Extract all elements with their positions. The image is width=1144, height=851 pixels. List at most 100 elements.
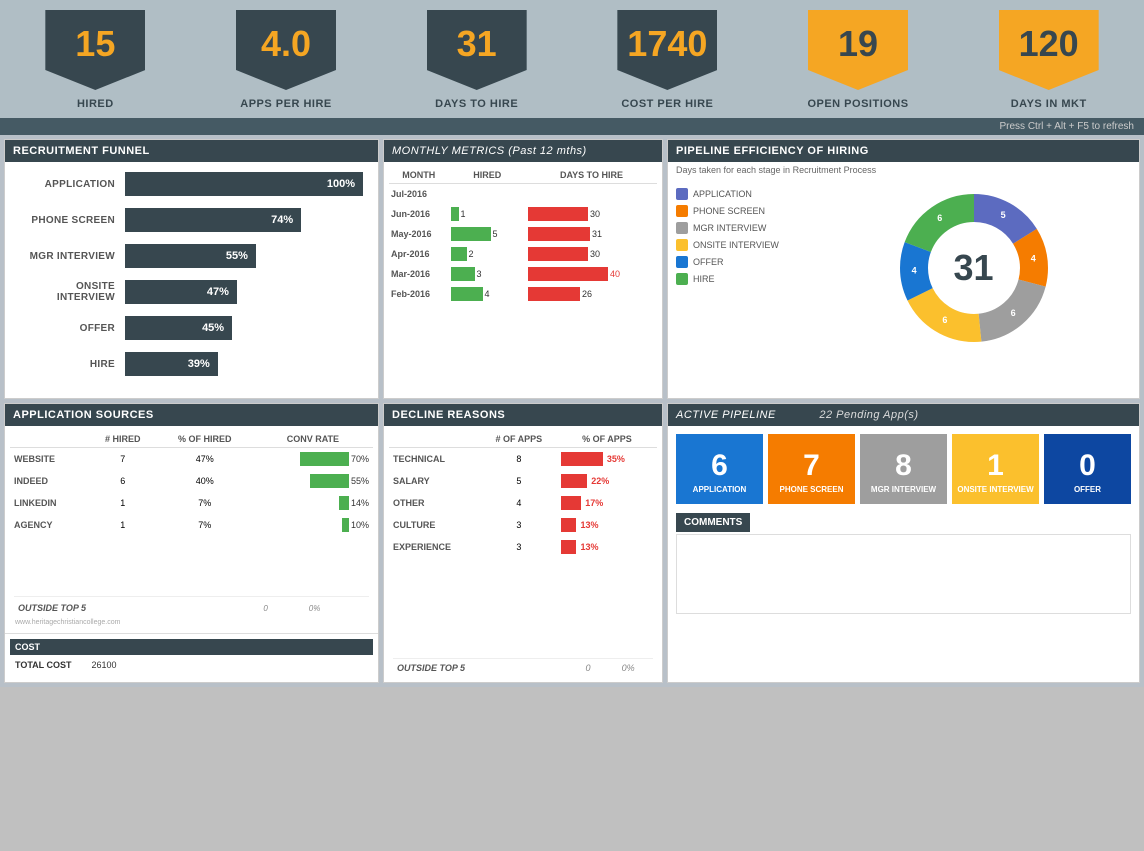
funnel-bar-container: 39% — [125, 352, 363, 376]
decline-title: DECLINE REASONS — [384, 404, 662, 426]
active-pending: 22 Pending App(s) — [819, 409, 918, 421]
funnel-row: HIRE 39% — [20, 352, 363, 376]
sources-table: # HIRED % OF HIRED CONV RATE WEBSITE 7 4… — [10, 431, 373, 536]
legend-dot — [676, 273, 688, 285]
legend-label: ONSITE INTERVIEW — [693, 240, 779, 250]
active-card: 8 MGR INTERVIEW — [860, 434, 947, 504]
decline-apps: 4 — [481, 492, 557, 514]
source-pct-hired: 47% — [157, 448, 253, 471]
sources-row: WEBSITE 7 47% 70% — [10, 448, 373, 471]
header-banner: 15 HIRED 4.0 APPS PER HIRE 31 DAYS TO HI… — [0, 0, 1144, 118]
cost-section: COST TOTAL COST 26100 — [5, 633, 378, 675]
kpi-apps-value: 4.0 — [261, 23, 311, 77]
funnel-bar: 45% — [125, 316, 232, 340]
decline-row: EXPERIENCE 3 13% — [389, 536, 657, 558]
kpi-hired-value: 15 — [75, 23, 115, 77]
outside-sources: OUTSIDE TOP 5 0 0% — [10, 596, 373, 617]
decline-reason: EXPERIENCE — [389, 536, 481, 558]
legend-dot — [676, 239, 688, 251]
pipeline-subtitle: Days taken for each stage in Recruitment… — [668, 162, 1139, 180]
donut-label: 4 — [1030, 253, 1035, 263]
total-cost-value: 26100 — [92, 660, 117, 670]
decline-body: # OF APPS % OF APPS TECHNICAL 8 35% SALA… — [384, 426, 662, 682]
funnel-row-label: OFFER — [20, 323, 125, 334]
funnel-bar: 47% — [125, 280, 237, 304]
kpi-days-in-mkt: 120 DAYS IN MKT — [953, 0, 1144, 118]
metrics-hired: 4 — [449, 284, 527, 304]
comments-body — [676, 534, 1131, 614]
metrics-hired: 1 — [449, 204, 527, 224]
legend-dot — [676, 188, 688, 200]
funnel-row-label: MGR INTERVIEW — [20, 251, 125, 262]
legend-dot — [676, 205, 688, 217]
metrics-body: MONTH HIRED DAYS TO HIRE Jul-2016 Jun-20… — [384, 162, 662, 309]
metrics-row: Feb-2016 4 26 — [389, 284, 657, 304]
active-card-value: 7 — [803, 449, 820, 483]
sources-title: APPLICATION SOURCES — [5, 404, 378, 426]
active-card-label: MGR INTERVIEW — [871, 485, 936, 494]
decline-pct: 13% — [557, 514, 657, 536]
metrics-days — [526, 184, 657, 205]
decline-pct: 13% — [557, 536, 657, 558]
kpi-cost-label: COST PER HIRE — [621, 98, 713, 110]
kpi-mkt-badge: 120 — [999, 10, 1099, 90]
kpi-hired-badge: 15 — [45, 10, 145, 90]
funnel-row-label: HIRE — [20, 359, 125, 370]
donut-label: 6 — [1010, 308, 1015, 318]
kpi-cost-per-hire: 1740 COST PER HIRE — [572, 0, 763, 118]
kpi-apps-label: APPS PER HIRE — [240, 98, 331, 110]
donut-label: 6 — [942, 315, 947, 325]
pipeline-panel: PIPELINE EFFICIENCY OF HIRING Days taken… — [667, 139, 1140, 399]
metrics-col-month: MONTH — [389, 167, 449, 184]
funnel-row: APPLICATION 100% — [20, 172, 363, 196]
metrics-month: May-2016 — [389, 224, 449, 244]
active-card: 1 ONSITE INTERVIEW — [952, 434, 1039, 504]
outside-decline: OUTSIDE TOP 5 0 0% — [389, 658, 657, 677]
pipeline-body: APPLICATION PHONE SCREEN MGR INTERVIEW O… — [668, 180, 1139, 356]
active-panel: ACTIVE PIPELINE 22 Pending App(s) 6 APPL… — [667, 403, 1140, 683]
donut-label: 6 — [937, 213, 942, 223]
funnel-title: RECRUITMENT FUNNEL — [5, 140, 378, 162]
funnel-bar: 39% — [125, 352, 218, 376]
metrics-hired: 2 — [449, 244, 527, 264]
decline-pct: 35% — [557, 448, 657, 471]
kpi-cost-value: 1740 — [627, 23, 707, 77]
active-card-label: APPLICATION — [693, 485, 747, 494]
metrics-days: 40 — [526, 264, 657, 284]
metrics-hired: 5 — [449, 224, 527, 244]
decline-table: # OF APPS % OF APPS TECHNICAL 8 35% SALA… — [389, 431, 657, 558]
decline-apps: 3 — [481, 536, 557, 558]
decline-apps: 3 — [481, 514, 557, 536]
sources-row: INDEED 6 40% 55% — [10, 470, 373, 492]
active-card-value: 6 — [711, 449, 728, 483]
active-card-value: 0 — [1079, 449, 1096, 483]
kpi-open-label: OPEN POSITIONS — [807, 98, 908, 110]
kpi-open-badge: 19 — [808, 10, 908, 90]
kpi-hired-label: HIRED — [77, 98, 114, 110]
metrics-row: Jun-2016 1 30 — [389, 204, 657, 224]
source-pct-hired: 7% — [157, 514, 253, 536]
funnel-bar-container: 74% — [125, 208, 363, 232]
metrics-days: 26 — [526, 284, 657, 304]
cost-row: TOTAL COST 26100 — [10, 658, 373, 672]
website-note: www.heritagechristiancollege.com — [10, 617, 373, 628]
total-cost-label: TOTAL COST — [15, 660, 72, 670]
pipeline-legend: APPLICATION PHONE SCREEN MGR INTERVIEW O… — [676, 188, 806, 348]
kpi-open-value: 19 — [838, 23, 878, 77]
donut-label: 4 — [911, 265, 916, 275]
legend-dot — [676, 256, 688, 268]
source-hired: 6 — [89, 470, 157, 492]
funnel-bar-container: 55% — [125, 244, 363, 268]
active-card-label: PHONE SCREEN — [779, 485, 843, 494]
source-name: WEBSITE — [10, 448, 89, 471]
active-body: 6 APPLICATION 7 PHONE SCREEN 8 MGR INTER… — [668, 426, 1139, 622]
metrics-panel: MONTHLY METRICS (Past 12 mths) MONTH HIR… — [383, 139, 663, 399]
metrics-days: 30 — [526, 204, 657, 224]
funnel-row: ONSITE INTERVIEW 47% — [20, 280, 363, 304]
source-conv-rate: 70% — [253, 448, 373, 471]
metrics-row: Jul-2016 — [389, 184, 657, 205]
funnel-row-label: APPLICATION — [20, 179, 125, 190]
funnel-bar: 100% — [125, 172, 363, 196]
metrics-month: Mar-2016 — [389, 264, 449, 284]
decline-pct: 22% — [557, 470, 657, 492]
